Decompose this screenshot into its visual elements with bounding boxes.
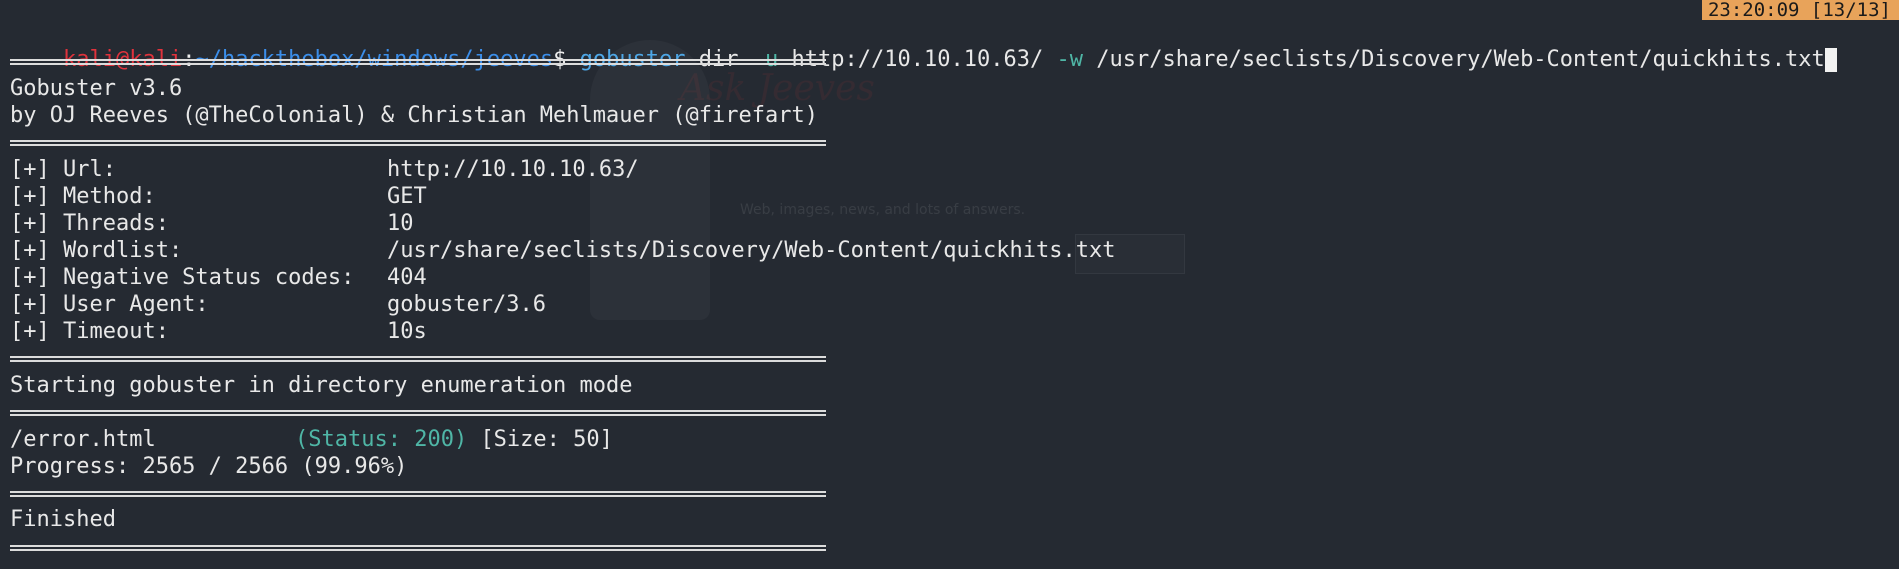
config-label: [+] Threads:: [10, 211, 169, 236]
result-path: /error.html: [10, 427, 156, 452]
config-row: [+] User Agent: gobuster/3.6: [10, 292, 546, 318]
banner-authors: by OJ Reeves (@TheColonial) & Christian …: [10, 103, 818, 128]
config-label: [+] User Agent:: [10, 292, 209, 317]
config-label: [+] Url:: [10, 157, 116, 182]
config-value: gobuster/3.6: [387, 292, 546, 317]
config-value: 10: [387, 211, 414, 236]
config-value: http://10.10.10.63/: [387, 157, 639, 182]
config-label: [+] Negative Status codes:: [10, 265, 355, 290]
background-tagline: Web, images, news, and lots of answers.: [740, 202, 1026, 218]
separator-rule: [10, 59, 826, 65]
separator-rule: [10, 140, 826, 146]
result-status: (Status: 200): [295, 427, 468, 452]
command-url: http://10.10.10.63/: [791, 47, 1044, 72]
config-value: GET: [387, 184, 427, 209]
command-wordlist: /usr/share/seclists/Discovery/Web-Conten…: [1096, 47, 1825, 72]
config-label: [+] Method:: [10, 184, 156, 209]
config-row: [+] Threads: 10: [10, 211, 414, 237]
progress-line: Progress: 2565 / 2566 (99.96%): [10, 454, 408, 479]
banner-version: Gobuster v3.6: [10, 76, 183, 101]
separator-rule: [10, 545, 826, 551]
tmux-clock-status: 23:20:09 [13/13]: [1701, 0, 1899, 20]
terminal-window[interactable]: Ask Jeeves Web, images, news, and lots o…: [0, 0, 1899, 569]
config-label: [+] Wordlist:: [10, 238, 183, 263]
config-value: /usr/share/seclists/Discovery/Web-Conten…: [387, 238, 1116, 263]
config-row: [+] Url: http://10.10.10.63/: [10, 157, 639, 183]
command-line[interactable]: kali@kali:~/hackthebox/windows/jeeves$ g…: [10, 21, 1837, 72]
text-cursor[interactable]: [1824, 48, 1837, 72]
separator-rule: [10, 491, 826, 497]
mode-message: Starting gobuster in directory enumerati…: [10, 373, 633, 398]
config-row: [+] Wordlist: /usr/share/seclists/Discove…: [10, 238, 1115, 264]
config-row: [+] Method: GET: [10, 184, 427, 210]
result-size: [Size: 50]: [480, 427, 613, 452]
config-value: 10s: [387, 319, 427, 344]
separator-rule: [10, 410, 826, 416]
result-row: /error.html (Status: 200) [Size: 50]: [10, 427, 613, 453]
config-value: 404: [387, 265, 427, 290]
finished-line: Finished: [10, 507, 116, 532]
command-flag-w: -w: [1056, 47, 1083, 72]
config-row: [+] Timeout: 10s: [10, 319, 427, 345]
separator-rule: [10, 356, 826, 362]
config-row: [+] Negative Status codes: 404: [10, 265, 427, 291]
config-label: [+] Timeout:: [10, 319, 169, 344]
